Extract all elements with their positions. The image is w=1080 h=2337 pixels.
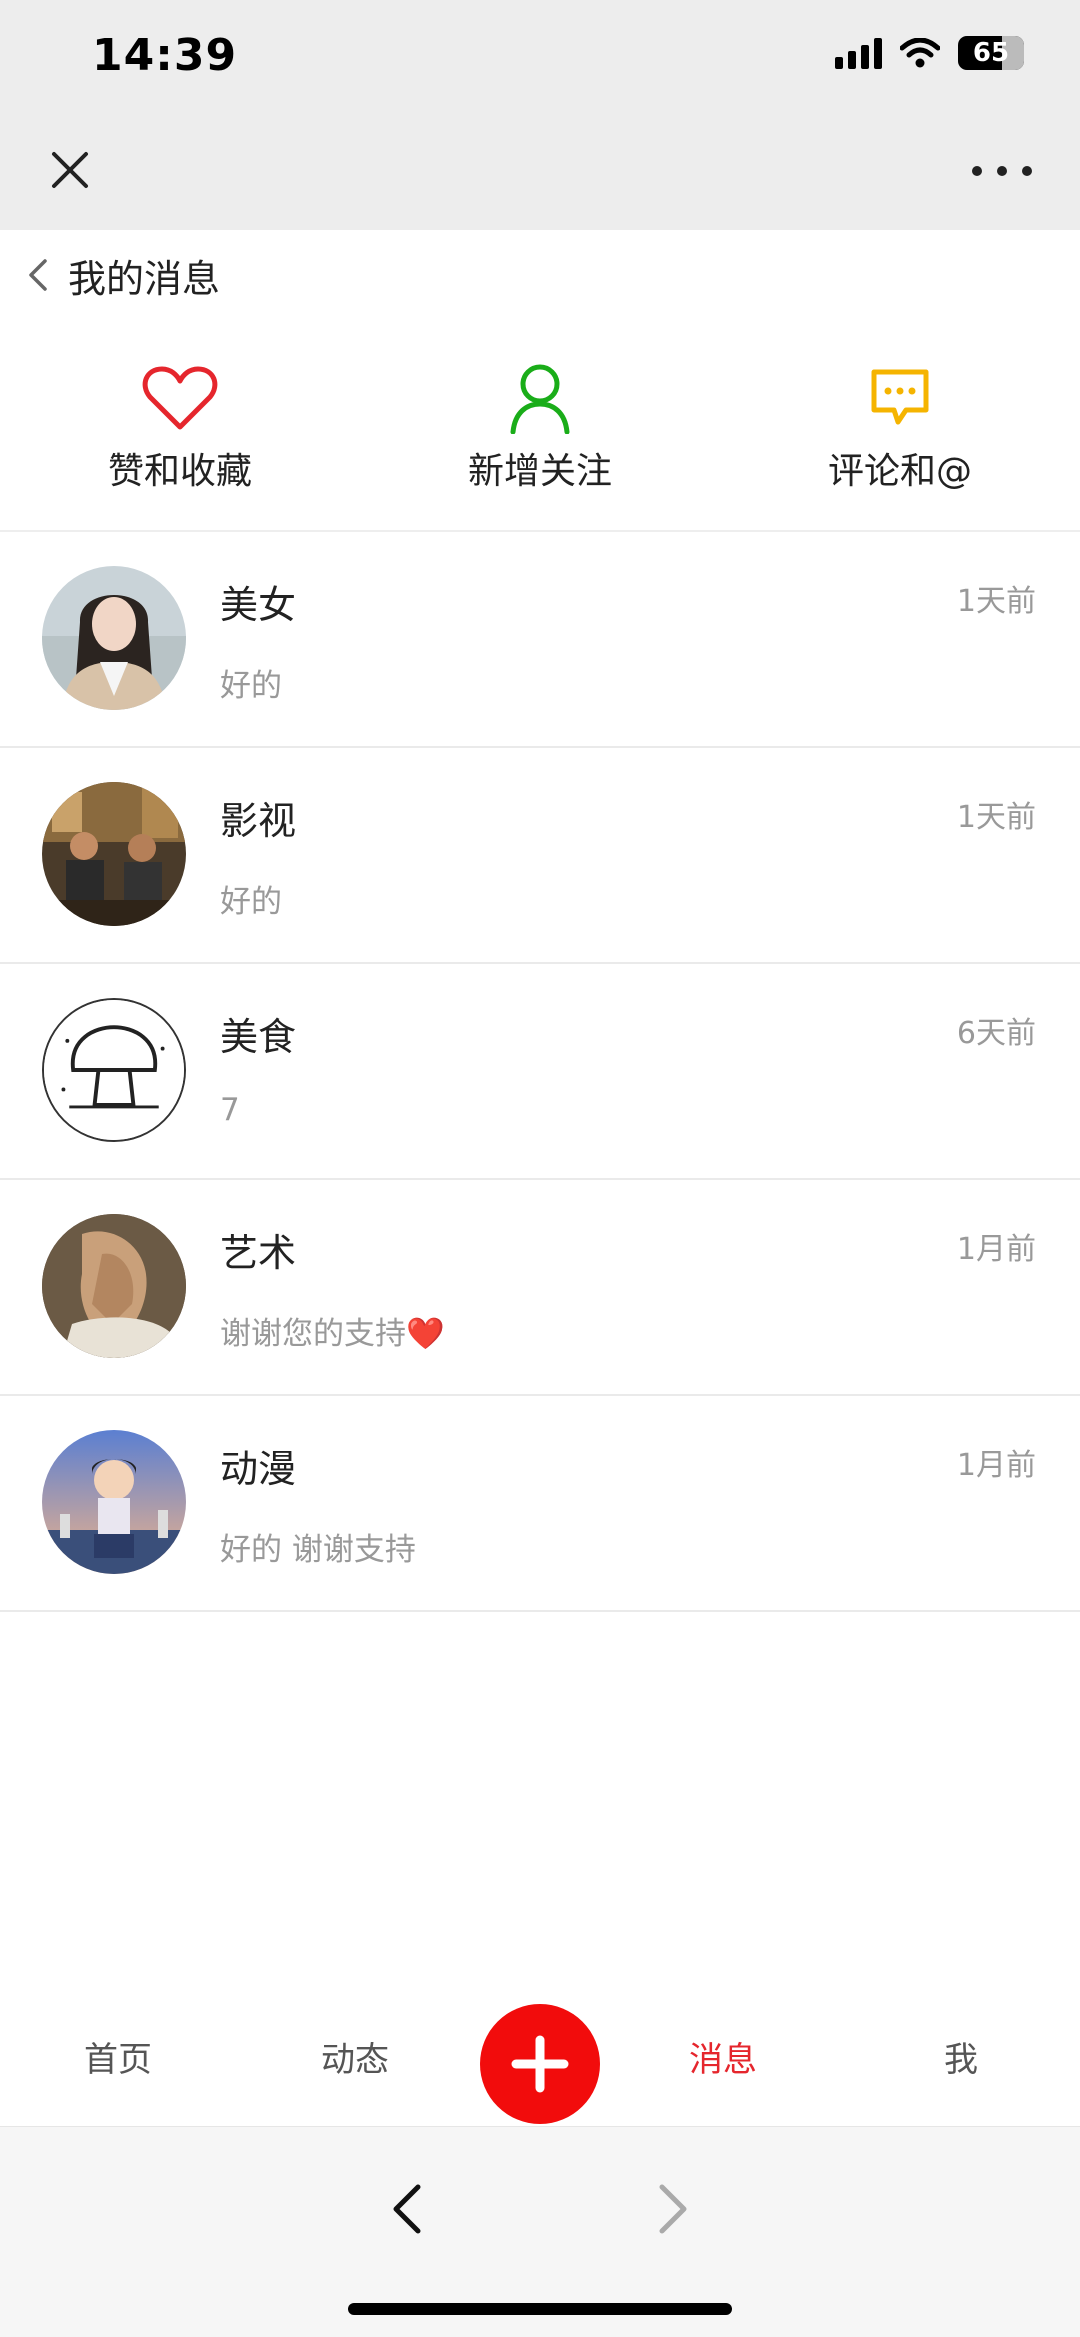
new-followers-button[interactable]: 新增关注 <box>360 360 720 530</box>
create-post-button[interactable] <box>480 2004 600 2124</box>
heart-icon <box>140 360 220 436</box>
message-time: 1月前 <box>956 1232 1036 1267</box>
message-sender: 艺术 <box>220 1231 297 1275</box>
message-time: 6天前 <box>956 1016 1036 1051</box>
message-preview: 好的 谢谢支持 <box>220 1532 416 1568</box>
message-sender: 影视 <box>220 799 297 843</box>
classical-painting-avatar[interactable] <box>42 1214 186 1358</box>
home-indicator <box>348 2303 732 2315</box>
more-options-button[interactable] <box>972 156 1032 186</box>
message-sender: 美食 <box>220 1015 297 1059</box>
browser-toolbar <box>0 2126 1080 2337</box>
comments-and-mentions-button[interactable]: 评论和@ <box>720 360 1080 530</box>
message-row[interactable]: 艺术 谢谢您的支持❤️ 1月前 <box>0 1180 1080 1396</box>
browser-back-icon[interactable] <box>386 2179 430 2239</box>
tab-me[interactable]: 我 <box>901 2032 1021 2081</box>
tab-home[interactable]: 首页 <box>58 2032 178 2081</box>
new-followers-label: 新增关注 <box>467 451 612 492</box>
bottom-tab-bar: 首页 动态 消息 我 <box>0 1990 1080 2130</box>
status-time: 14:39 <box>92 30 238 81</box>
wifi-icon <box>900 38 940 68</box>
page-header: 我的消息 <box>0 230 1080 320</box>
person-icon <box>500 360 580 436</box>
message-sender: 美女 <box>220 583 297 627</box>
anime-boy-avatar[interactable] <box>42 1430 186 1574</box>
page-title: 我的消息 <box>68 256 221 301</box>
message-row[interactable]: 动漫 好的 谢谢支持 1月前 <box>0 1396 1080 1612</box>
category-shortcuts: 赞和收藏 新增关注 评论和@ <box>0 360 1080 530</box>
message-preview: 谢谢您的支持❤️ <box>220 1316 445 1352</box>
tab-messages[interactable]: 消息 <box>663 2032 783 2081</box>
battery-icon: 65 <box>958 36 1024 70</box>
message-sender: 动漫 <box>220 1447 297 1491</box>
screen: 14:39 65 我的消息 赞和收藏 新增关注 评论和@ 美女 好的 1天前 影… <box>0 0 1080 2337</box>
signal-icon <box>835 37 882 69</box>
message-list: 美女 好的 1天前 影视 好的 1天前 美食 7 6天前 艺术 谢谢您的支持❤️… <box>0 532 1080 1612</box>
plus-icon <box>511 2035 569 2093</box>
chevron-left-icon <box>29 259 47 291</box>
comments-and-mentions-label: 评论和@ <box>827 451 972 492</box>
close-icon[interactable] <box>48 148 92 192</box>
message-preview: 7 <box>220 1092 240 1128</box>
likes-and-favorites-button[interactable]: 赞和收藏 <box>0 360 360 530</box>
comment-icon <box>860 360 940 436</box>
message-row[interactable]: 美食 7 6天前 <box>0 964 1080 1180</box>
film-scene-avatar[interactable] <box>42 782 186 926</box>
mushroom-sketch-avatar[interactable] <box>42 998 186 1142</box>
message-time: 1月前 <box>956 1448 1036 1483</box>
top-bar: 14:39 65 <box>0 0 1080 230</box>
message-preview: 好的 <box>220 884 282 920</box>
status-icons: 65 <box>835 36 1024 70</box>
message-time: 1天前 <box>956 800 1036 835</box>
message-time: 1天前 <box>956 584 1036 619</box>
tab-feed[interactable]: 动态 <box>295 2032 415 2081</box>
back-button[interactable] <box>10 247 66 303</box>
battery-level: 65 <box>972 38 1010 68</box>
browser-forward-icon[interactable] <box>650 2179 694 2239</box>
message-preview: 好的 <box>220 668 282 704</box>
message-row[interactable]: 影视 好的 1天前 <box>0 748 1080 964</box>
message-row[interactable]: 美女 好的 1天前 <box>0 532 1080 748</box>
woman-portrait-avatar[interactable] <box>42 566 186 710</box>
likes-and-favorites-label: 赞和收藏 <box>107 451 252 492</box>
